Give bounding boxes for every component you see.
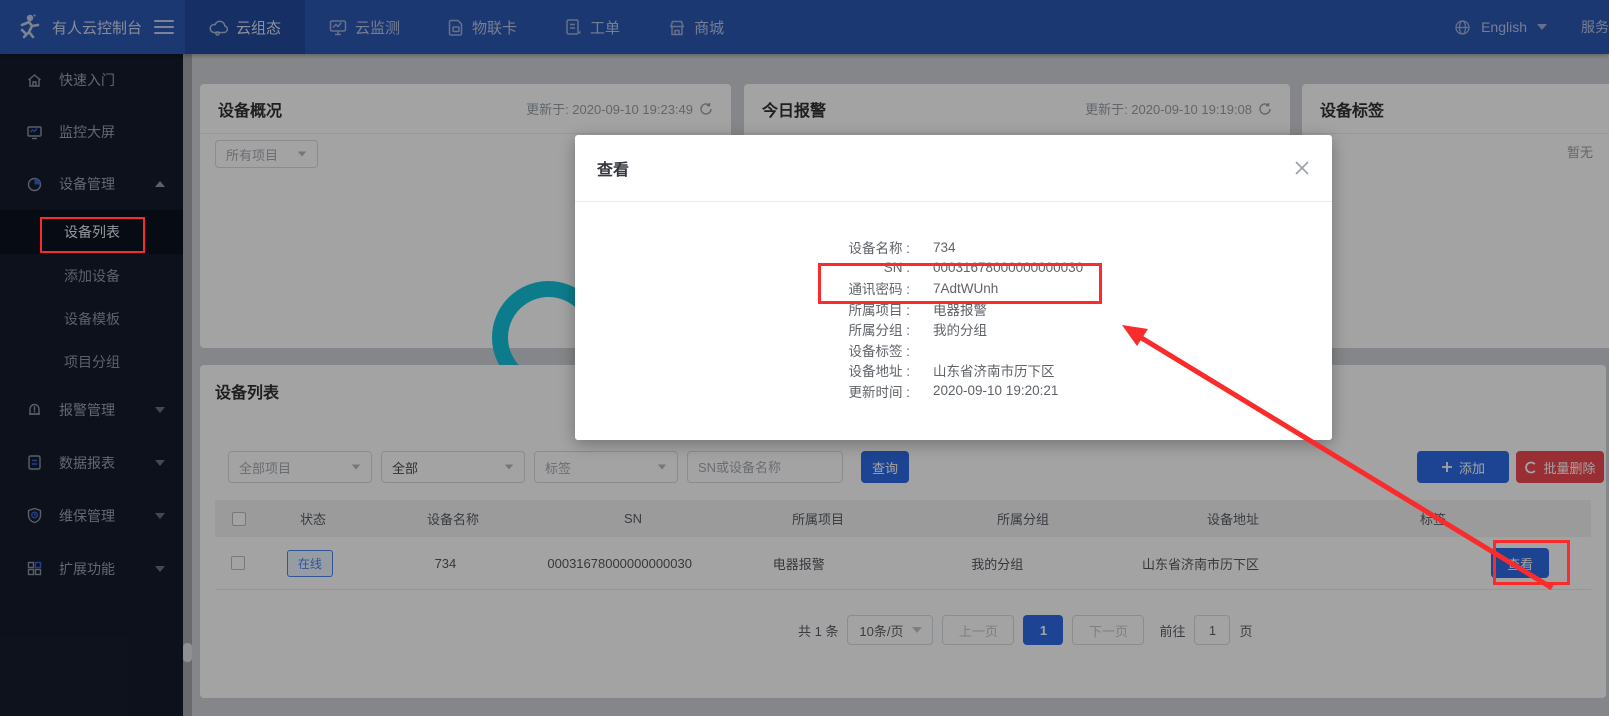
field-value-group: 我的分组	[933, 319, 987, 339]
field-label: 设备地址 :	[575, 360, 910, 380]
field-label: 设备名称 :	[575, 237, 910, 257]
field-label: 通讯密码 :	[575, 278, 910, 298]
field-value-name: 734	[933, 240, 956, 255]
view-device-modal: 查看 设备名称 : 734 SN : 00031678000000000030 通讯…	[575, 135, 1332, 440]
field-label: 所属项目 :	[575, 299, 910, 319]
device-detail-fields: 设备名称 : 734 SN : 00031678000000000030 通讯密码 …	[575, 237, 1332, 401]
modal-title: 查看	[597, 156, 629, 180]
field-label: 设备标签 :	[575, 340, 910, 360]
close-icon[interactable]	[1294, 160, 1310, 176]
field-value-address: 山东省济南市历下区	[933, 360, 1055, 380]
field-value-updated: 2020-09-10 19:20:21	[933, 383, 1058, 398]
field-label: 所属分组 :	[575, 319, 910, 339]
field-value-password: 7AdtWUnh	[933, 281, 998, 296]
field-value-sn: 00031678000000000030	[933, 260, 1083, 275]
field-label: 更新时间 :	[575, 381, 910, 401]
field-label: SN :	[575, 260, 910, 275]
field-value-project: 电器报警	[933, 299, 987, 319]
